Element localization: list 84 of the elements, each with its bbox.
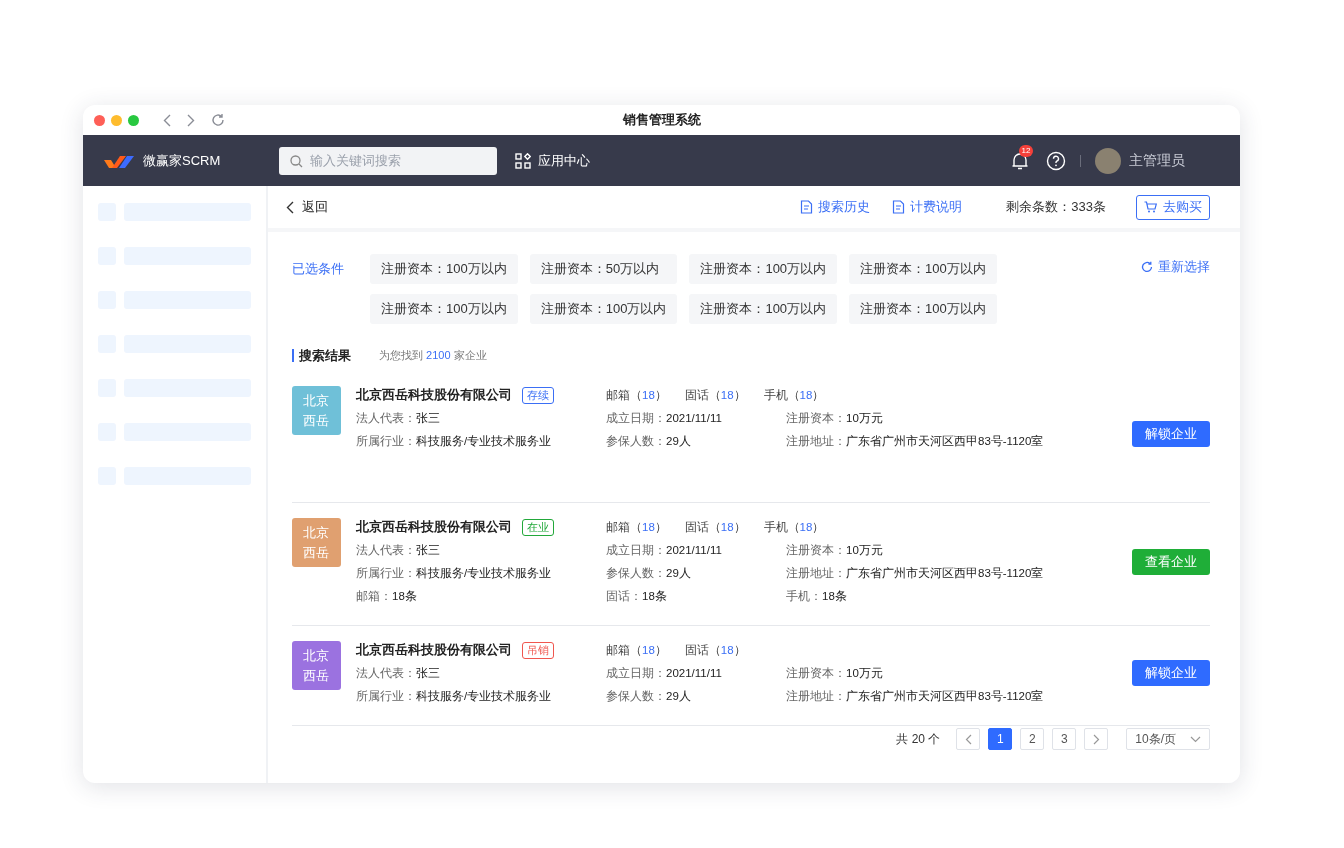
info-field: 参保人数：29人: [606, 690, 691, 702]
company-action-button[interactable]: 解锁企业: [1132, 660, 1210, 686]
window-title: 销售管理系统: [622, 112, 701, 127]
filter-tag[interactable]: 注册资本：100万以内: [849, 254, 997, 284]
search-icon: [290, 154, 303, 168]
info-field: 固话：18条: [606, 590, 667, 602]
minimize-button[interactable]: [111, 114, 122, 126]
filter-label: 已选条件: [292, 260, 345, 278]
reset-button[interactable]: 重新选择: [1141, 254, 1210, 280]
info-field: 注册资本：10万元: [786, 412, 883, 424]
company-name[interactable]: 北京西岳科技股份有限公司: [356, 518, 512, 536]
user-name[interactable]: 主管理员: [1129, 151, 1185, 170]
document-icon: [892, 200, 906, 214]
contact-count: 邮箱（18）: [606, 519, 667, 535]
filter-tag[interactable]: 注册资本：100万以内: [370, 254, 518, 284]
info-field: 邮箱：18条: [356, 590, 417, 602]
chevron-left-icon: [286, 200, 294, 214]
info-field: 成立日期：2021/11/11: [606, 667, 722, 679]
filter-tag[interactable]: 注册资本：100万以内: [689, 254, 838, 284]
page-button[interactable]: 1: [988, 728, 1013, 750]
billing-info-link[interactable]: 计费说明: [892, 198, 963, 216]
help-icon[interactable]: [1046, 150, 1066, 171]
company-name[interactable]: 北京西岳科技股份有限公司: [356, 641, 512, 659]
page-button[interactable]: 2: [1020, 728, 1045, 750]
contact-count: 手机（18）: [763, 387, 825, 403]
chevron-right-icon: [1092, 733, 1100, 745]
info-field: 参保人数：29人: [606, 567, 691, 579]
back-button[interactable]: 返回: [286, 198, 328, 216]
company-action-button[interactable]: 解锁企业: [1132, 421, 1210, 447]
info-field: 注册地址：广东省广州市天河区西甲83号-1120室: [786, 567, 1044, 579]
document-icon: [800, 200, 814, 214]
info-field: 所属行业：科技服务/专业技术服务业: [356, 435, 552, 447]
contact-count: 手机（18）: [763, 519, 825, 535]
search-history-link[interactable]: 搜索历史: [800, 198, 871, 216]
grid-icon: [515, 152, 531, 169]
cart-icon: [1144, 201, 1157, 213]
notification-badge: 12: [1019, 144, 1033, 157]
contact-count: 固话（18）: [684, 642, 746, 658]
filter-tag[interactable]: 注册资本：100万以内: [529, 294, 678, 324]
info-field: 注册地址：广东省广州市天河区西甲83号-1120室: [786, 435, 1044, 447]
total-count: 共 20 个: [896, 730, 941, 748]
company-name[interactable]: 北京西岳科技股份有限公司: [356, 386, 512, 404]
search-field[interactable]: 输入关键词搜索: [279, 146, 497, 175]
results-title: 搜索结果: [292, 349, 351, 362]
filter-tag[interactable]: 注册资本：100万以内: [370, 294, 518, 324]
info-field: 法人代表：张三: [356, 412, 440, 424]
chevron-down-icon: [1190, 735, 1201, 743]
results-summary: 为您找到 2100 家企业: [379, 348, 487, 363]
app-center-button[interactable]: 应用中心: [515, 151, 590, 170]
filter-tag[interactable]: 注册资本：100万以内: [689, 294, 838, 324]
info-field: 手机：18条: [786, 590, 847, 602]
info-field: 注册资本：10万元: [786, 544, 883, 556]
info-field: 参保人数：29人: [606, 435, 691, 447]
contact-count: 固话（18）: [684, 519, 746, 535]
page-size-select[interactable]: 10条/页: [1126, 728, 1210, 750]
info-field: 法人代表：张三: [356, 667, 440, 679]
info-field: 成立日期：2021/11/11: [606, 544, 722, 556]
filter-tag[interactable]: 注册资本：100万以内: [849, 294, 997, 324]
contact-count: 邮箱（18）: [606, 387, 667, 403]
maximize-button[interactable]: [128, 114, 139, 126]
info-field: 所属行业：科技服务/专业技术服务业: [356, 567, 552, 579]
remaining-count: 剩余条数：333条: [1006, 198, 1106, 216]
info-field: 法人代表：张三: [356, 544, 440, 556]
filter-tag[interactable]: 注册资本：50万以内: [529, 254, 678, 284]
company-logo: 北京西岳: [292, 386, 341, 435]
page-button[interactable]: 3: [1052, 728, 1077, 750]
reload-icon[interactable]: [211, 113, 225, 127]
company-logo: 北京西岳: [292, 641, 341, 690]
status-tag: 吊销: [522, 641, 554, 659]
brand-name: 微赢家SCRM: [143, 151, 221, 170]
info-field: 成立日期：2021/11/11: [606, 412, 722, 424]
company-logo: 北京西岳: [292, 518, 341, 567]
user-avatar[interactable]: [1095, 147, 1121, 174]
buy-button[interactable]: 去购买: [1136, 194, 1210, 220]
info-field: 注册地址：广东省广州市天河区西甲83号-1120室: [786, 690, 1044, 702]
contact-count: 邮箱（18）: [606, 642, 667, 658]
status-tag: 存续: [522, 386, 554, 404]
close-button[interactable]: [94, 114, 105, 126]
info-field: 所属行业：科技服务/专业技术服务业: [356, 690, 552, 702]
refresh-icon: [1141, 261, 1153, 273]
chevron-left-icon: [964, 733, 972, 745]
contact-count: 固话（18）: [684, 387, 746, 403]
status-tag: 在业: [522, 518, 554, 536]
info-field: 注册资本：10万元: [786, 667, 883, 679]
